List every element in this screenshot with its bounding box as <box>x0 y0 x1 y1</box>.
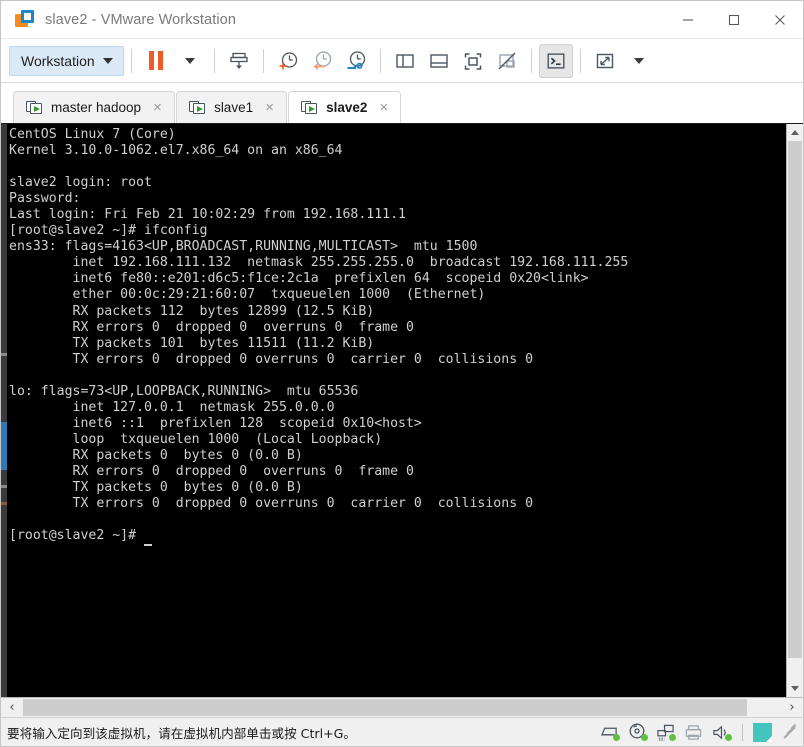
minimize-button[interactable] <box>665 1 711 39</box>
vmware-workstation-window: slave2 - VMware Workstation Workstation <box>0 0 804 747</box>
snapshot-manager-icon <box>347 50 365 69</box>
scroll-left-button[interactable]: ‹ <box>1 698 23 717</box>
toolbar-separator <box>579 48 581 73</box>
chevron-down-icon <box>102 57 113 64</box>
send-ctrl-alt-del-button[interactable] <box>222 44 256 78</box>
note-document-icon[interactable] <box>753 722 772 742</box>
tab-label: slave1 <box>214 100 254 115</box>
vertical-scroll-thumb[interactable] <box>788 141 802 658</box>
printer-icon[interactable] <box>683 722 704 742</box>
title-bar: slave2 - VMware Workstation <box>1 1 803 39</box>
toolbar-separator <box>379 48 381 73</box>
power-dropdown[interactable] <box>173 44 207 78</box>
pause-icon <box>148 51 163 70</box>
cd-dvd-icon[interactable] <box>627 722 648 742</box>
workstation-menu-label: Workstation <box>21 52 95 69</box>
console-icon <box>547 52 565 69</box>
scroll-right-button[interactable]: › <box>781 698 803 717</box>
hard-disk-icon[interactable] <box>599 722 620 742</box>
snapshot-revert-icon <box>313 50 331 70</box>
vm-screen-play-icon <box>301 100 318 115</box>
horizontal-scroll-thumb[interactable] <box>23 699 747 716</box>
toolbar-separator <box>213 48 215 73</box>
vm-console-area: CentOS Linux 7 (Core) Kernel 3.10.0-1062… <box>1 123 803 697</box>
vm-tab-bar: master hadoop × slave1 × slave2 × <box>1 83 803 123</box>
toolbar-separator <box>262 48 264 73</box>
chevron-down-icon <box>633 57 644 64</box>
connected-indicator <box>669 734 676 741</box>
status-message: 要将输入定向到该虚拟机，请在虚拟机内部单击或按 Ctrl+G。 <box>7 725 356 741</box>
take-snapshot-button[interactable] <box>271 44 305 78</box>
fullscreen-icon <box>464 52 481 70</box>
vm-screen-play-icon <box>26 100 43 115</box>
terminal-cursor <box>143 528 152 547</box>
tab-slave2[interactable]: slave2 × <box>288 91 402 123</box>
horizontal-scroll-track[interactable] <box>23 698 781 717</box>
chevron-down-icon <box>184 57 195 64</box>
tab-close-icon[interactable]: × <box>149 100 166 115</box>
stretch-guest-button[interactable] <box>588 44 622 78</box>
stretch-dropdown[interactable] <box>622 44 656 78</box>
vmware-logo-icon <box>15 9 35 30</box>
scroll-up-button[interactable] <box>787 124 803 141</box>
status-bar: 要将输入定向到该虚拟机，请在虚拟机内部单击或按 Ctrl+G。 <box>1 717 803 746</box>
console-view-button[interactable] <box>538 43 573 78</box>
chevron-down-icon <box>791 686 799 691</box>
tab-slave1[interactable]: slave1 × <box>176 91 288 123</box>
send-to-vm-icon <box>230 52 248 69</box>
tab-label: master hadoop <box>51 100 142 115</box>
window-title: slave2 - VMware Workstation <box>45 11 236 28</box>
vertical-scroll-track[interactable] <box>787 141 803 680</box>
toolbar-separator <box>530 48 532 73</box>
show-library-button[interactable] <box>388 44 422 78</box>
vm-horizontal-scrollbar[interactable]: ‹ › <box>1 697 803 717</box>
toolbar-separator <box>130 48 132 73</box>
sound-card-icon[interactable] <box>711 722 732 742</box>
pause-button[interactable] <box>139 44 173 78</box>
expand-arrows-icon <box>596 53 613 68</box>
tab-close-icon[interactable]: × <box>375 100 392 115</box>
revert-snapshot-button[interactable] <box>305 44 339 78</box>
chevron-up-icon <box>791 130 799 135</box>
panel-left-icon <box>395 53 414 68</box>
show-thumbnail-bar-button[interactable] <box>422 44 456 78</box>
tab-label: slave2 <box>326 100 368 115</box>
connected-indicator <box>725 734 732 741</box>
resize-grip-icon[interactable] <box>783 723 797 739</box>
scroll-down-button[interactable] <box>787 680 803 697</box>
vm-screen-play-icon <box>189 100 206 115</box>
close-button[interactable] <box>757 1 803 39</box>
unity-mode-button[interactable] <box>490 44 524 78</box>
full-screen-button[interactable] <box>456 44 490 78</box>
vm-vertical-scrollbar[interactable] <box>786 124 803 697</box>
panel-bottom-icon <box>429 53 448 68</box>
tab-close-icon[interactable]: × <box>261 100 278 115</box>
connected-indicator <box>641 734 648 741</box>
window-controls <box>665 1 803 39</box>
guest-terminal-screen[interactable]: CentOS Linux 7 (Core) Kernel 3.10.0-1062… <box>7 124 786 697</box>
status-device-icons <box>599 722 803 742</box>
terminal-output: CentOS Linux 7 (Core) Kernel 3.10.0-1062… <box>9 127 786 547</box>
status-separator <box>742 723 743 741</box>
main-toolbar: Workstation <box>1 39 803 83</box>
unity-mode-icon <box>498 52 516 69</box>
maximize-button[interactable] <box>711 1 757 39</box>
network-adapter-icon[interactable] <box>655 722 676 742</box>
connected-indicator <box>613 734 620 741</box>
terminal-prompt: [root@slave2 ~]# <box>9 528 144 544</box>
tab-master-hadoop[interactable]: master hadoop × <box>13 91 176 123</box>
workstation-menu-button[interactable]: Workstation <box>9 45 124 76</box>
snapshot-manager-button[interactable] <box>339 44 373 78</box>
snapshot-add-icon <box>279 51 297 69</box>
